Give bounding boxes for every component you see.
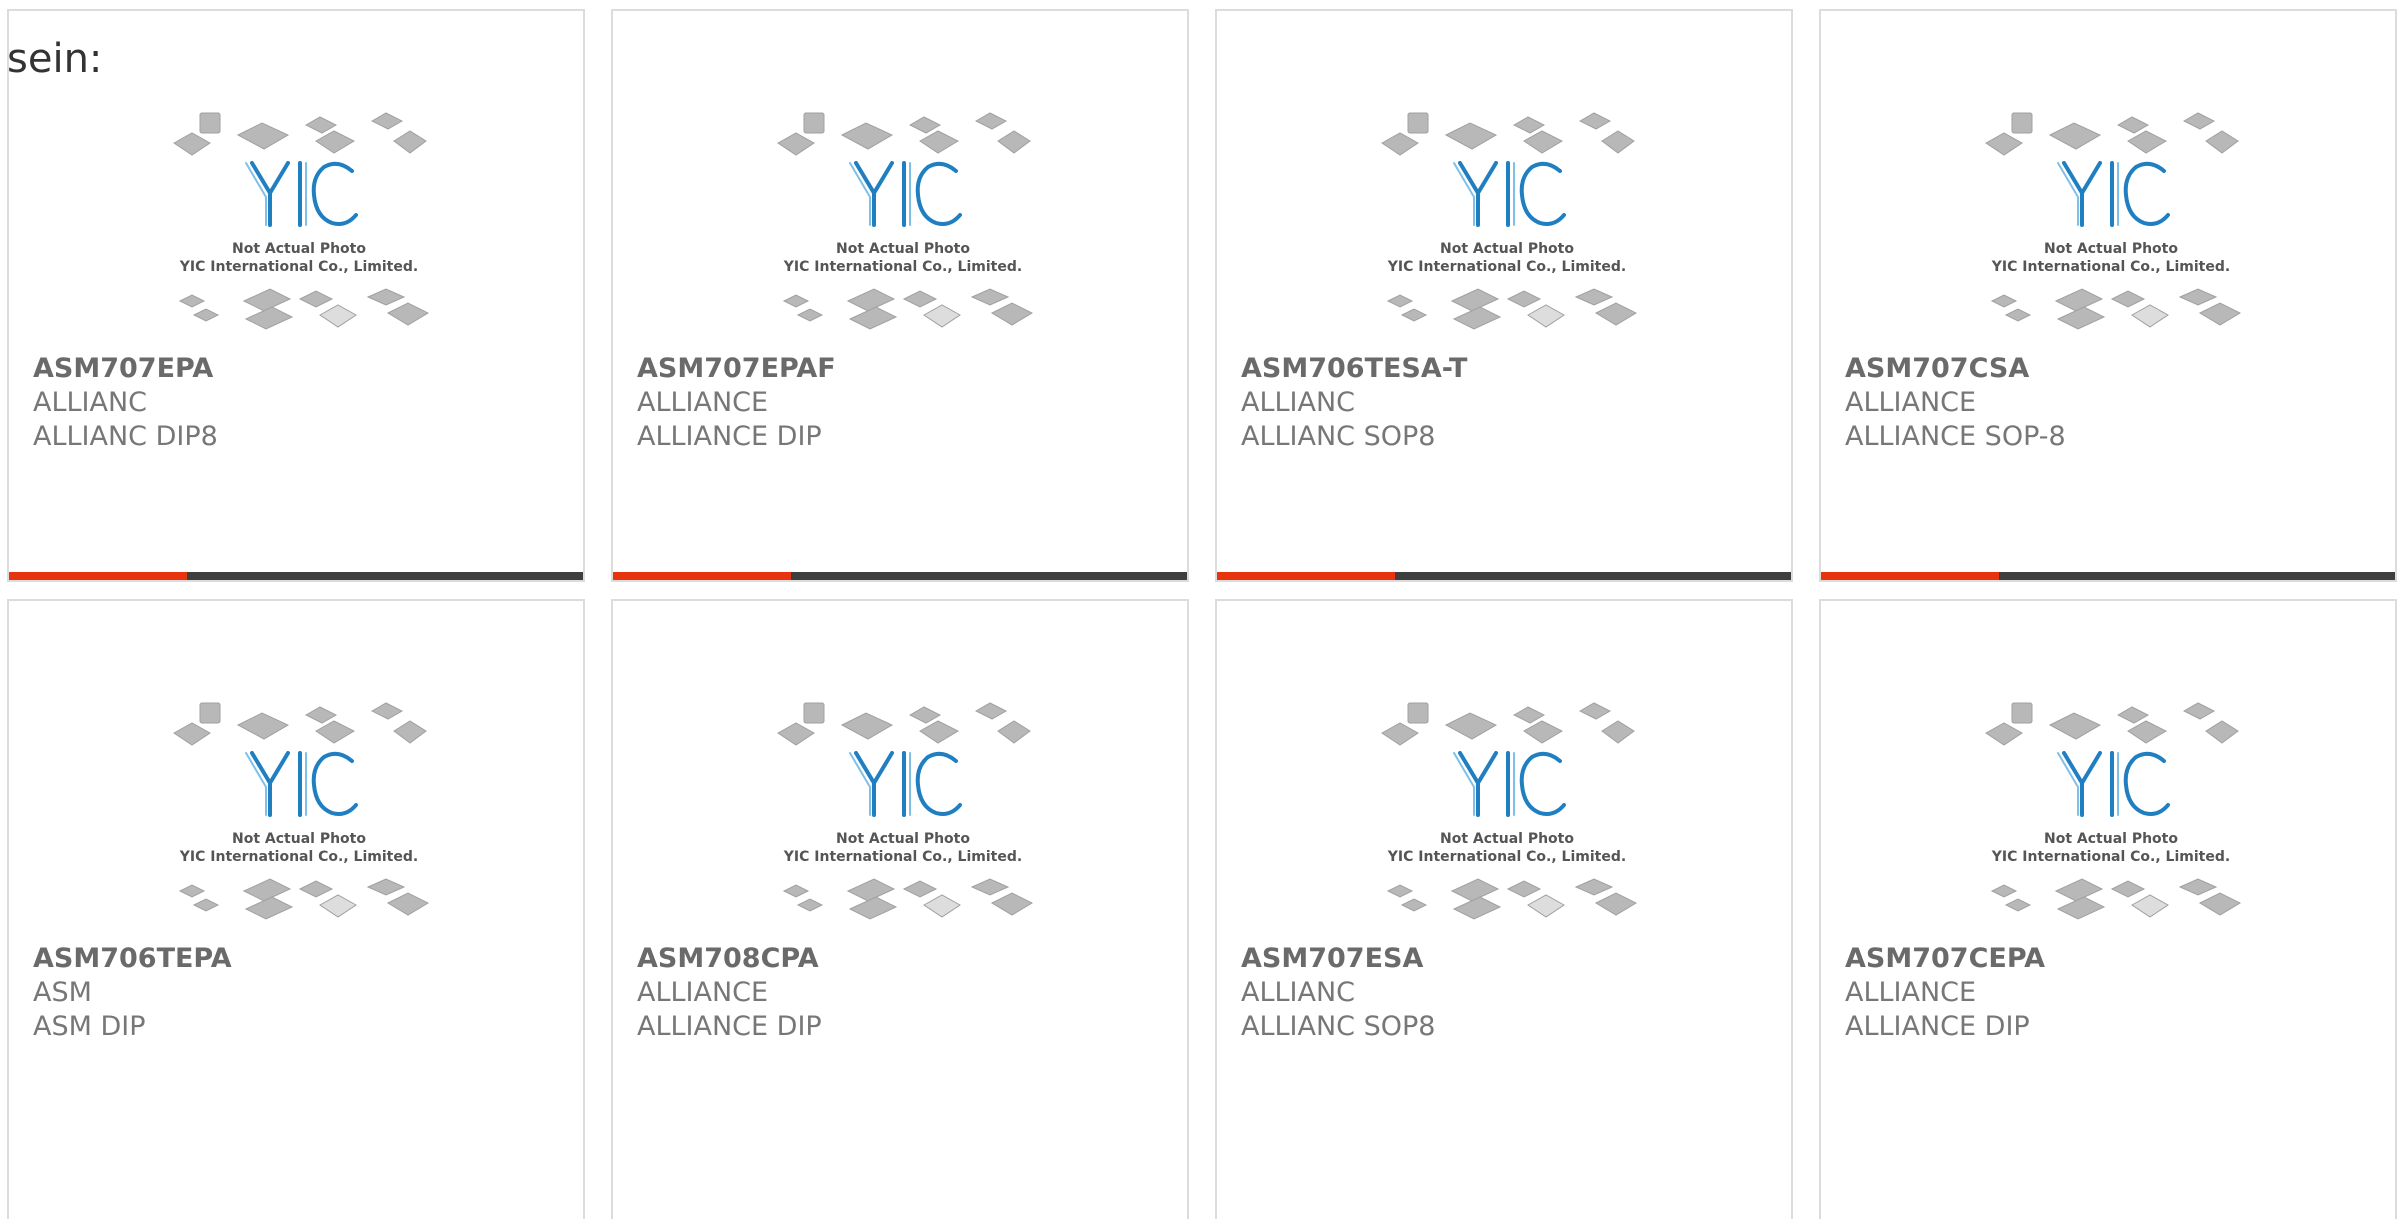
chip-icons-bottom [1990,878,2242,920]
brand-name: ASM [33,977,92,1008]
placeholder-line2: YIC International Co., Limited. [179,259,418,275]
brand-name: ALLIANCE [637,387,769,418]
product-card[interactable]: Not Actual Photo YIC International Co., … [611,599,1189,1219]
chip-icons-top [777,702,1031,746]
part-number[interactable]: ASM707EPAF [637,353,836,384]
placeholder-line2: YIC International Co., Limited. [1387,849,1626,865]
yic-logo [2057,751,2170,817]
yic-logo [849,751,962,817]
package-label: ALLIANCE DIP [637,421,822,452]
placeholder-line1: Not Actual Photo [2044,831,2178,847]
product-card[interactable]: Not Actual Photo YIC International Co., … [7,9,585,582]
chip-icons-top [1985,702,2239,746]
card-accent-bar [613,572,1187,580]
part-number[interactable]: ASM707ESA [1241,943,1423,974]
chip-icons-bottom [178,878,430,920]
chip-icons-bottom [782,878,1034,920]
part-number[interactable]: ASM707CSA [1845,353,2029,384]
product-card[interactable]: Not Actual Photo YIC International Co., … [1819,599,2397,1219]
placeholder-photo: Not Actual Photo YIC International Co., … [777,112,1034,330]
placeholder-line2: YIC International Co., Limited. [1387,259,1626,275]
accent-fill [9,572,187,580]
accent-fill [1821,572,1999,580]
brand-name: ALLIANCE [1845,387,1977,418]
yic-logo [245,161,358,227]
card-accent-bar [9,572,583,580]
placeholder-photo: Not Actual Photo YIC International Co., … [173,112,430,330]
chip-icons-top [1381,112,1635,156]
accent-fill [613,572,791,580]
chip-icons-top [777,112,1031,156]
yic-logo [2057,161,2170,227]
package-label: ALLIANC SOP8 [1241,421,1436,452]
part-number[interactable]: ASM707CEPA [1845,943,2045,974]
product-card[interactable]: Not Actual Photo YIC International Co., … [1819,9,2397,582]
brand-name: ALLIANCE [1845,977,1977,1008]
placeholder-photo: Not Actual Photo YIC International Co., … [777,702,1034,920]
placeholder-line2: YIC International Co., Limited. [1991,849,2230,865]
yic-logo [245,751,358,817]
chip-icons-top [173,112,427,156]
chip-icons-top [173,702,427,746]
part-number[interactable]: ASM708CPA [637,943,819,974]
package-label: ALLIANCE DIP [637,1011,822,1042]
yic-logo [1453,751,1566,817]
chip-icons-top [1985,112,2239,156]
brand-name: ALLIANCE [637,977,769,1008]
card-accent-bar [1217,572,1791,580]
product-card[interactable]: Not Actual Photo YIC International Co., … [1215,9,1793,582]
chip-icons-top [1381,702,1635,746]
placeholder-photo: Not Actual Photo YIC International Co., … [1985,702,2242,920]
placeholder-photo: Not Actual Photo YIC International Co., … [1985,112,2242,330]
brand-name: ALLIANC [33,387,148,418]
part-number[interactable]: ASM706TEPA [33,943,232,974]
placeholder-line2: YIC International Co., Limited. [783,849,1022,865]
chip-icons-bottom [178,288,430,330]
placeholder-line1: Not Actual Photo [836,241,970,257]
chip-icons-bottom [1990,288,2242,330]
placeholder-line2: YIC International Co., Limited. [783,259,1022,275]
card-accent-bar [1821,572,2395,580]
part-number[interactable]: ASM707EPA [33,353,213,384]
product-card[interactable]: Not Actual Photo YIC International Co., … [7,599,585,1219]
placeholder-photo: Not Actual Photo YIC International Co., … [1381,702,1638,920]
package-label: ALLIANCE DIP [1845,1011,2030,1042]
package-label: ALLIANCE SOP-8 [1845,421,2066,452]
chip-icons-bottom [782,288,1034,330]
accent-fill [1217,572,1395,580]
placeholder-line1: Not Actual Photo [232,831,366,847]
chip-icons-bottom [1386,288,1638,330]
yic-logo [1453,161,1566,227]
placeholder-photo: Not Actual Photo YIC International Co., … [1381,112,1638,330]
placeholder-line2: YIC International Co., Limited. [1991,259,2230,275]
chip-icons-bottom [1386,878,1638,920]
brand-name: ALLIANC [1241,387,1356,418]
package-label: ALLIANC SOP8 [1241,1011,1436,1042]
placeholder-line1: Not Actual Photo [1440,831,1574,847]
placeholder-line1: Not Actual Photo [836,831,970,847]
package-label: ALLIANC DIP8 [33,421,218,452]
placeholder-photo: Not Actual Photo YIC International Co., … [173,702,430,920]
yic-logo [849,161,962,227]
part-number[interactable]: ASM706TESA-T [1241,353,1467,384]
placeholder-line1: Not Actual Photo [1440,241,1574,257]
package-label: ASM DIP [33,1011,146,1042]
section-lead-text: sein: [7,36,103,82]
product-card[interactable]: Not Actual Photo YIC International Co., … [1215,599,1793,1219]
placeholder-line2: YIC International Co., Limited. [179,849,418,865]
brand-name: ALLIANC [1241,977,1356,1008]
product-card[interactable]: Not Actual Photo YIC International Co., … [611,9,1189,582]
placeholder-line1: Not Actual Photo [2044,241,2178,257]
placeholder-line1: Not Actual Photo [232,241,366,257]
